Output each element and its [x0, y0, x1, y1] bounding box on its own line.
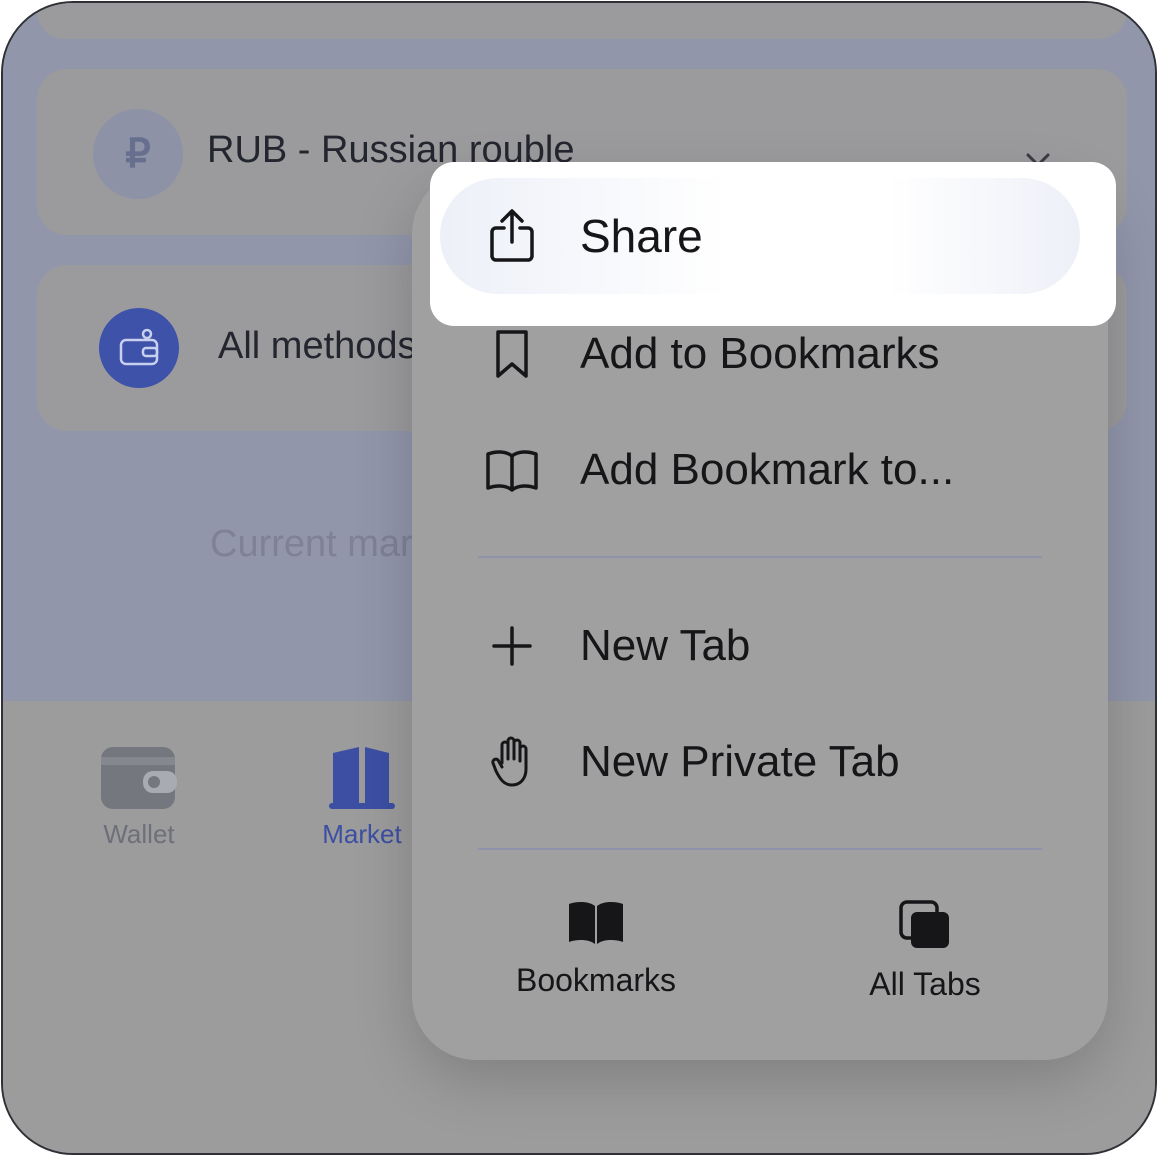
top-card	[37, 3, 1127, 39]
hand-icon	[491, 736, 528, 787]
menu-divider	[478, 848, 1042, 850]
add-bookmark-to-label: Add Bookmark to...	[580, 445, 955, 494]
share-label: Share	[580, 210, 703, 262]
nav-market-label: Market	[322, 819, 402, 849]
market-icon	[329, 747, 395, 809]
new-tab-item[interactable]: New Tab	[470, 606, 1070, 686]
wallet-methods-icon	[99, 308, 179, 388]
nav-wallet-label: Wallet	[103, 819, 175, 849]
ruble-icon: ₽	[93, 109, 183, 199]
bookmarks-label: Bookmarks	[515, 962, 677, 998]
new-tab-label: New Tab	[580, 621, 751, 670]
bookmarks-button[interactable]: Bookmarks	[496, 900, 696, 999]
new-private-tab-label: New Private Tab	[580, 737, 900, 786]
book-filled-icon	[569, 901, 623, 944]
plus-icon	[492, 626, 532, 666]
share-icon	[490, 209, 534, 262]
new-private-tab-item[interactable]: New Private Tab	[470, 722, 1070, 802]
methods-label: All methods	[218, 325, 417, 367]
menu-divider	[478, 556, 1042, 558]
bookmark-icon	[496, 330, 528, 378]
nav-wallet[interactable]: Wallet	[89, 743, 189, 850]
nav-market[interactable]: Market	[307, 743, 417, 850]
add-to-bookmarks-label: Add to Bookmarks	[580, 329, 940, 378]
tabs-icon	[899, 900, 949, 948]
open-book-icon	[486, 450, 538, 492]
share-row[interactable]: Share	[470, 196, 703, 276]
wallet-icon	[101, 747, 177, 809]
add-to-bookmarks-item[interactable]: Add to Bookmarks	[470, 314, 1070, 394]
all-tabs-button[interactable]: All Tabs	[840, 900, 1010, 1003]
add-bookmark-to-item[interactable]: Add Bookmark to...	[470, 430, 1070, 510]
all-tabs-label: All Tabs	[869, 966, 981, 1002]
